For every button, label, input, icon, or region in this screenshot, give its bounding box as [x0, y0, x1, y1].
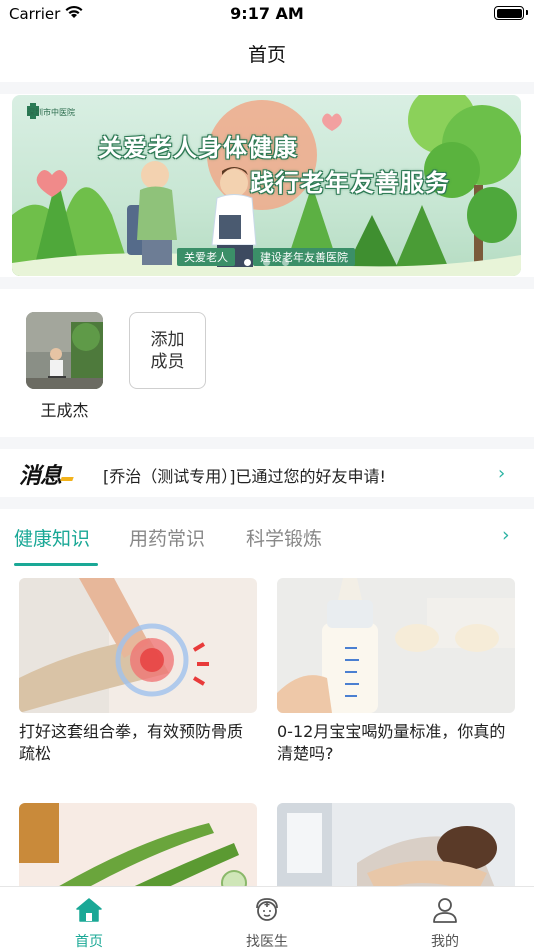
add-member-label: 成员: [150, 351, 185, 372]
battery-icon: [494, 6, 528, 20]
message-logo: 消息: [19, 464, 62, 489]
section-divider: [0, 437, 534, 449]
tired-woman-image: [277, 803, 515, 886]
add-member-button[interactable]: 添加 成员: [129, 312, 206, 389]
chevron-right-icon[interactable]: ›: [498, 463, 505, 484]
message-logo-accent: [60, 477, 74, 481]
carousel-dot[interactable]: [244, 259, 251, 266]
home-icon: [75, 896, 103, 924]
cucumber-image: [19, 803, 257, 886]
tab-find-doctor[interactable]: 找医生: [207, 887, 327, 950]
tab-home[interactable]: 首页: [29, 887, 149, 950]
page-title: 首页: [247, 44, 286, 66]
section-divider: [0, 82, 534, 94]
message-text: [乔治（测试专用）]已通过您的好友申请!: [103, 467, 386, 486]
member-name: 王成杰: [40, 401, 89, 420]
hospital-logo-text: 深圳市中医院: [27, 108, 75, 117]
message-notice[interactable]: 消息 [乔治（测试专用）]已通过您的好友申请! ›: [0, 450, 534, 496]
tab-label: 找医生: [246, 934, 288, 950]
carousel-indicator[interactable]: [244, 259, 304, 267]
article-card[interactable]: [19, 803, 257, 886]
doctor-icon: [253, 896, 281, 924]
user-icon: [431, 896, 459, 924]
tab-medication-knowledge[interactable]: 用药常识: [129, 524, 205, 551]
tab-scientific-exercise[interactable]: 科学锻炼: [246, 524, 322, 551]
add-member-label: 添加: [150, 329, 185, 350]
family-member[interactable]: [26, 312, 103, 389]
tab-label: 我的: [431, 934, 459, 950]
bottom-tab-bar: 首页 找医生 我的: [0, 886, 534, 950]
carousel-dot[interactable]: [282, 259, 289, 266]
status-bar: Carrier 9:17 AM: [0, 0, 534, 30]
avatar[interactable]: [26, 312, 103, 389]
active-tab-indicator: [14, 563, 98, 566]
article-card[interactable]: 0-12月宝宝喝奶量标准，你真的清楚吗?: [277, 578, 515, 778]
article-card[interactable]: [277, 803, 515, 886]
article-card[interactable]: 打好这套组合拳，有效预防骨质疏松: [19, 578, 257, 778]
banner-headline: 践行老年友善服务: [250, 169, 450, 197]
tab-health-knowledge[interactable]: 健康知识: [14, 524, 90, 551]
tab-mine[interactable]: 我的: [385, 887, 505, 950]
knowledge-tabs: 健康知识 用药常识 科学锻炼 ›: [0, 512, 534, 568]
section-divider: [0, 497, 534, 509]
carousel-dot[interactable]: [263, 259, 270, 266]
baby-bottle-image: [277, 578, 515, 713]
clock: 9:17 AM: [230, 4, 304, 23]
chevron-right-icon[interactable]: ›: [502, 524, 510, 546]
tab-label: 首页: [75, 934, 103, 950]
section-divider: [0, 277, 534, 289]
knee-pain-image: [19, 578, 257, 713]
article-title: 打好这套组合拳，有效预防骨质疏松: [19, 722, 244, 763]
banner-tag: 关爱老人: [177, 248, 235, 266]
article-title: 0-12月宝宝喝奶量标准，你真的清楚吗?: [277, 722, 506, 763]
banner-headline: 关爱老人身体健康: [98, 134, 298, 162]
